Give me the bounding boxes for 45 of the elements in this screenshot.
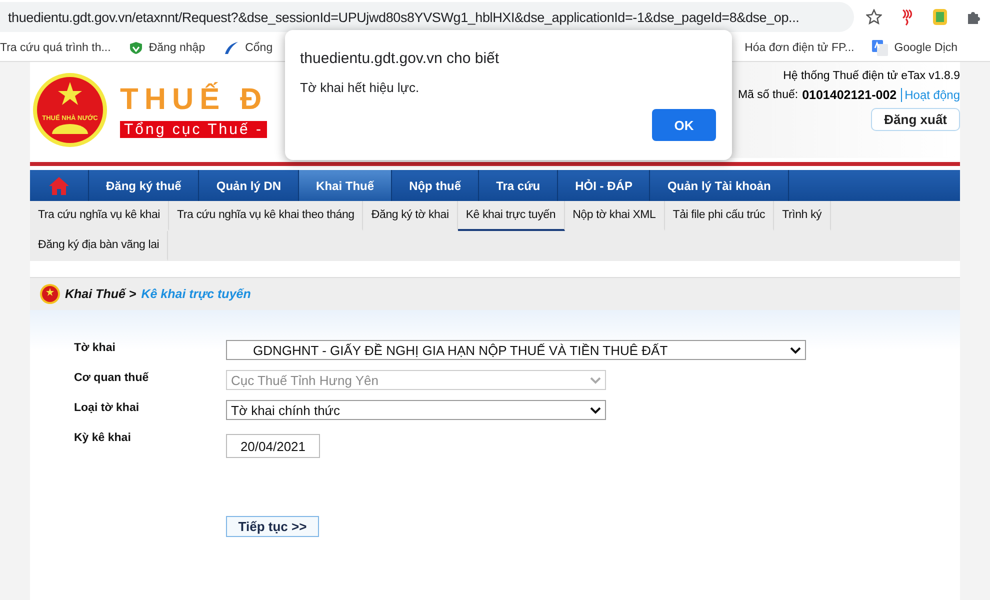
chevron-down-icon [590, 406, 601, 414]
translate-icon [872, 40, 888, 56]
nav-tab[interactable]: Khai Thuế [299, 170, 392, 201]
bookmark[interactable]: Cổng [223, 40, 273, 54]
bookmark[interactable]: Hóa đơn điện tử FP... [744, 42, 854, 54]
subnav-tab[interactable]: Kê khai trực tuyến [458, 201, 565, 231]
ok-button[interactable]: OK [652, 109, 716, 141]
dialog-title: thuedientu.gdt.gov.vn cho biết [300, 50, 500, 67]
site-title: THUẾ Đ [120, 82, 268, 116]
address-bar[interactable]: thuedientu.gdt.gov.vn/etaxnnt/Request?&dse_sessionId=UPUjwd80s8YVSWg1_hblHXI&dse_applicationId=-1&dse_pageId=8&dse_op... [0, 2, 854, 32]
date-field[interactable]: 20/04/2021 [226, 434, 320, 458]
tax-code-label: Mã số thuế: [738, 89, 798, 101]
subnav-tab[interactable]: Tra cứu nghĩa vụ kê khai theo tháng [169, 201, 364, 231]
continue-button[interactable]: Tiếp tục >> [226, 516, 319, 537]
swoosh-icon [223, 40, 240, 54]
breadcrumb-parent[interactable]: Khai Thuế > [65, 287, 136, 301]
dialog-message: Tờ khai hết hiệu lực. [300, 80, 420, 95]
bookmark[interactable]: Google Dịch [872, 40, 958, 56]
subnav-tab[interactable]: Tải file phi cấu trúc [664, 201, 774, 231]
extension-icon[interactable] [900, 8, 914, 26]
extension-icon[interactable] [932, 8, 948, 26]
chevron-down-icon [790, 346, 801, 354]
field-label: Tờ khai [74, 341, 116, 354]
breadcrumb-current: Kê khai trực tuyến [141, 287, 251, 301]
tax-code: 0101402121-002 [802, 88, 897, 102]
site-subtitle: Tổng cục Thuế - [120, 120, 267, 138]
bookmark[interactable]: Tra cứu quá trình th... [0, 42, 111, 54]
subnav-tab[interactable]: Đăng ký tờ khai [363, 201, 458, 231]
chevron-down-icon [590, 376, 601, 384]
star-icon[interactable] [866, 9, 882, 25]
dropdown[interactable]: GDNGHNT - GIẤY ĐỀ NGHỊ GIA HẠN NỘP THUẾ VÀ TIỀN THUÊ ĐẤT [226, 340, 806, 360]
system-version: Hệ thống Thuế điện tử eTax v1.8.9 [783, 70, 960, 82]
shield-icon [128, 40, 143, 54]
logout-button[interactable]: Đăng xuất [871, 108, 960, 131]
field-label: Loại tờ khai [74, 401, 140, 414]
field-label: Kỳ kê khai [74, 431, 132, 444]
field-label: Cơ quan thuế [74, 371, 150, 384]
subnav-tab[interactable]: Nộp tờ khai XML [564, 201, 665, 231]
subnav-tab[interactable]: Đăng ký địa bàn vãng lai [30, 231, 168, 261]
puzzle-icon[interactable] [966, 9, 982, 25]
subnav-tab[interactable]: Tra cứu nghĩa vụ kê khai [30, 201, 170, 231]
subnav-tab[interactable]: Trình ký [774, 201, 831, 231]
dropdown[interactable]: Tờ khai chính thức [226, 400, 606, 420]
emblem-icon [40, 284, 60, 304]
bookmark[interactable]: Đăng nhập [128, 40, 206, 54]
